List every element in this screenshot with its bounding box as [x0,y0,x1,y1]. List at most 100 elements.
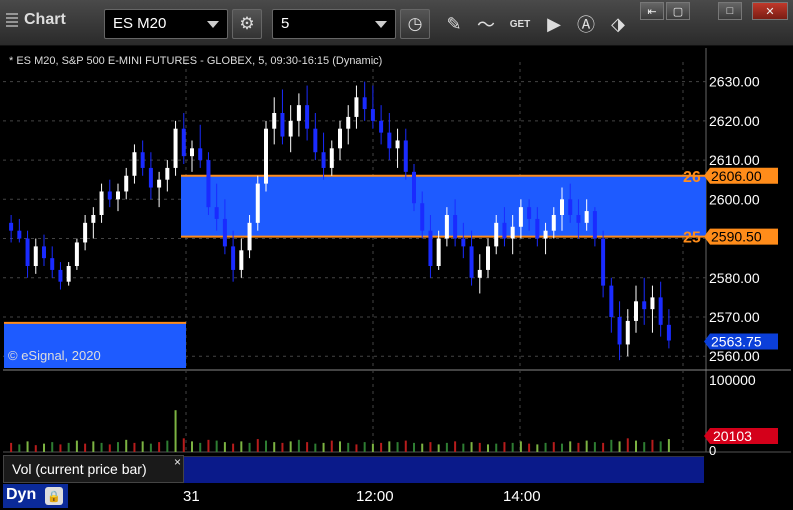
candle-body [206,160,211,208]
price-chart[interactable]: 2630.00 2620.00 2610.00 2600.00 2580.00 2570.… [3,48,791,506]
upper-level-tag: 2606.00 [711,168,762,184]
candle-body [50,258,55,270]
candle-body [412,171,416,204]
candle-body [329,148,334,168]
candle-body [453,215,458,239]
candle-body [239,250,244,270]
dock-button[interactable]: ⇤ [640,2,664,20]
candle-body [403,140,408,172]
candle-body [313,128,318,153]
close-icon: ✕ [765,5,775,18]
candle-body [584,211,589,223]
candle-body [666,324,671,341]
restore-icon: ▢ [672,5,684,18]
chart-toolbar: Chart ES M20 ⚙ 5 ◷ ✎ 〜 GET ▶ Ⓐ ⬗ ⇤ ▢ □ ✕ [0,0,793,46]
candle-body [198,148,203,161]
symbol-combo[interactable]: ES M20 [104,9,228,39]
candle-body [420,203,425,231]
candle-body [387,132,392,149]
interval-combo[interactable]: 5 [272,9,396,39]
candle-body [280,113,285,137]
lower-level-tag: 2590.50 [711,229,762,245]
candle-body [33,246,38,266]
price-tick-label: 2580.00 [709,270,760,286]
clock-icon: ◷ [407,14,423,33]
candle-body [346,116,351,129]
window-title: Chart [24,11,66,28]
candle-body [321,152,326,168]
candle-body [362,97,367,110]
candle-body [625,320,630,345]
time-label-1400: 14:00 [503,488,541,505]
candle-body [83,222,88,243]
candle-body [379,120,384,133]
play-icon[interactable]: ▶ [540,10,568,38]
volume-tick-label: 100000 [709,372,756,388]
candle-body [576,215,581,223]
alert-icon[interactable]: Ⓐ [572,10,600,38]
candle-body [222,218,227,247]
candle-body [370,109,375,121]
volume-tick-label: 0 [709,443,716,458]
volume-label-text: Vol (current price bar) [12,461,147,477]
time-label-1200: 12:00 [356,488,394,505]
candle-body [469,246,474,278]
candle-body [173,128,178,168]
candle-body [551,215,556,231]
get-data-icon[interactable]: GET [506,10,534,38]
candle-body [124,175,129,192]
dock-icon: ⇤ [647,5,657,18]
dynamic-mode-button[interactable]: Dyn 🔒 [3,484,68,508]
gear-icon: ⚙ [239,14,255,33]
candle-body [601,238,606,286]
price-tick-label: 2600.00 [709,191,760,207]
zone-upper-tag-text: 26 [683,169,701,186]
candle-body [99,191,104,215]
price-tick-label: 2610.00 [709,152,760,168]
chart-panel[interactable]: 2630.00 2620.00 2610.00 2600.00 2580.00 2570.… [3,48,791,506]
candle-body [272,113,277,129]
grip-icon[interactable] [6,13,18,29]
candle-body [247,222,252,251]
settings-button[interactable]: ⚙ [232,9,262,39]
candle-body [148,167,153,188]
candle-body [190,148,194,157]
candle-body [214,207,219,219]
symbol-value: ES M20 [113,15,167,32]
price-tick-label: 2560.00 [709,348,760,364]
candle-body [264,128,268,184]
restore-button[interactable]: ▢ [666,2,690,20]
candle-body [288,120,293,137]
candle-body [231,246,236,270]
draw-pencil-icon[interactable]: ✎ [440,10,468,38]
price-tick-label: 2620.00 [709,113,760,129]
candle-body [66,266,71,282]
candle-body [494,222,499,247]
lock-icon[interactable]: 🔒 [45,487,63,505]
candle-body [9,222,14,231]
close-button[interactable]: ✕ [752,2,788,20]
candle-body [634,301,638,321]
candle-body [658,297,663,325]
link-icon[interactable]: ⬗ [604,10,632,38]
candle-body [436,238,441,266]
candle-body [395,140,400,149]
maximize-button[interactable]: □ [718,2,742,20]
candle-body [461,238,466,247]
volume-study-label[interactable]: Vol (current price bar) × [3,455,184,483]
candle-body [527,207,532,219]
interval-value: 5 [281,15,290,32]
scrollbar-track[interactable] [184,456,704,483]
time-label-31: 31 [183,488,200,505]
studies-icon[interactable]: 〜 [472,10,500,38]
candle-body [296,105,301,121]
candle-body [428,230,433,266]
close-icon[interactable]: × [174,455,181,469]
candle-body [181,128,186,157]
last-price-tag: 2563.75 [711,334,762,350]
time-button[interactable]: ◷ [400,9,430,39]
candle-body [510,226,515,239]
candle-body [518,207,523,227]
candle-body [617,317,622,345]
candle-body [650,297,655,310]
